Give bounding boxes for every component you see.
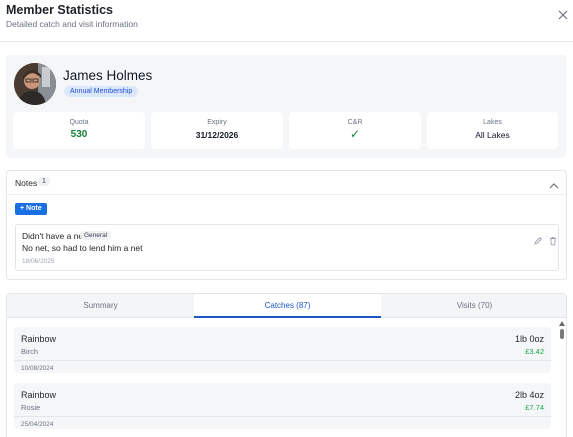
notes-title: Notes — [15, 178, 38, 188]
pencil-icon — [534, 236, 543, 245]
stat-quota: Quota 530 — [13, 112, 145, 149]
catch-lake: Birch — [21, 347, 39, 356]
edit-note-button[interactable] — [533, 233, 543, 245]
catch-species: Rainbow — [21, 334, 57, 344]
notes-panel: Notes 1 + Note Didn't have a net General… — [6, 170, 567, 280]
tab-bar: Summary Catches (87) Visits (70) — [7, 294, 566, 318]
collapse-notes-button[interactable] — [548, 178, 560, 189]
stat-value: 530 — [70, 129, 88, 140]
catch-date: 25/04/2024 — [21, 421, 54, 428]
stat-label: Quota — [69, 119, 89, 126]
tab-catches[interactable]: Catches (87) — [194, 294, 381, 318]
close-button[interactable] — [556, 8, 570, 22]
catch-list-item[interactable]: Rainbow Birch 1lb 0oz £3.42 10/08/2024 — [14, 327, 551, 373]
tab-visits[interactable]: Visits (70) — [381, 294, 566, 318]
member-profile-card: James Holmes Annual Membership Quota 530… — [6, 55, 566, 158]
dialog-header: Member Statistics Detailed catch and vis… — [0, 0, 573, 42]
catches-scrollbar[interactable] — [558, 319, 566, 437]
stat-lakes: Lakes All Lakes — [427, 112, 558, 149]
add-note-button[interactable]: + Note — [15, 203, 47, 215]
scrollbar-thumb[interactable] — [560, 329, 564, 339]
stat-label: C&R — [347, 119, 363, 126]
close-icon — [558, 10, 568, 20]
note-body: No net, so had to lend him a net — [22, 243, 143, 253]
catch-value: £7.74 — [525, 403, 544, 412]
check-icon: ✓ — [349, 127, 361, 141]
catch-weight: 1lb 0oz — [514, 334, 544, 344]
dialog-subtitle: Detailed catch and visit information — [6, 19, 138, 29]
note-title: Didn't have a net — [22, 231, 86, 241]
statistics-tabs-panel: Summary Catches (87) Visits (70) Rainbow… — [6, 293, 567, 437]
catch-lake: Rosie — [21, 403, 41, 412]
note-item: Didn't have a net General No net, so had… — [15, 224, 559, 271]
trash-icon — [550, 237, 556, 246]
chevron-up-icon — [549, 183, 559, 189]
catch-weight: 2lb 4oz — [514, 390, 544, 400]
catch-list-item[interactable]: Rainbow Rosie 2lb 4oz £7.74 25/04/2024 — [14, 383, 551, 429]
catch-date: 10/08/2024 — [21, 365, 54, 372]
stat-value: 31/12/2026 — [195, 130, 239, 140]
stat-expiry: Expiry 31/12/2026 — [151, 112, 283, 149]
notes-count-badge: 1 — [38, 177, 50, 186]
catch-species: Rainbow — [21, 390, 57, 400]
stat-label: Lakes — [483, 119, 502, 126]
divider — [14, 416, 551, 417]
stat-value: All Lakes — [475, 130, 510, 140]
avatar — [14, 63, 56, 105]
dialog-title: Member Statistics — [6, 3, 113, 17]
member-name: James Holmes — [63, 68, 153, 83]
stat-label: Expiry — [207, 119, 227, 126]
avatar-photo — [14, 63, 56, 105]
divider — [14, 360, 551, 361]
scroll-up-arrow-icon[interactable] — [559, 321, 565, 326]
membership-badge: Annual Membership — [64, 86, 139, 97]
catch-value: £3.42 — [525, 347, 544, 356]
tab-summary[interactable]: Summary — [7, 294, 194, 318]
note-date: 18/06/2025 — [22, 258, 55, 265]
stat-catch-and-release: C&R ✓ — [289, 112, 421, 149]
notes-header[interactable]: Notes 1 — [7, 171, 566, 195]
note-category-badge: General — [80, 231, 112, 240]
delete-note-button[interactable] — [548, 233, 558, 246]
